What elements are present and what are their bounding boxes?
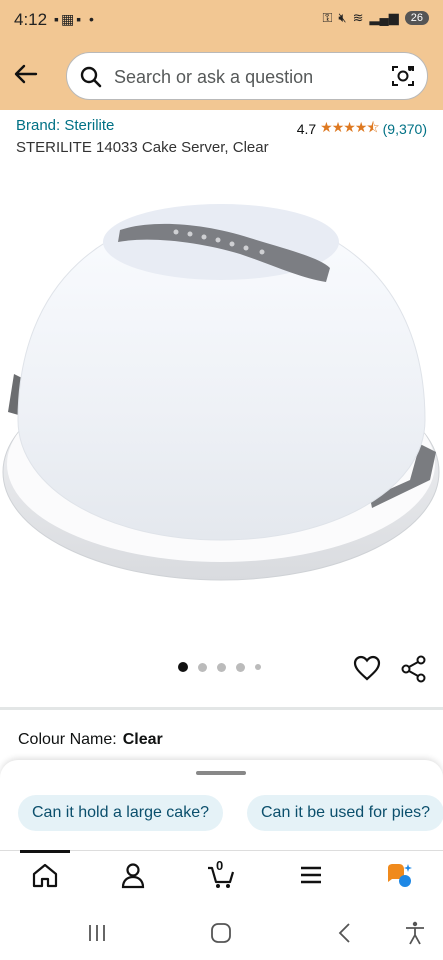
- status-right-icons: ⚿ 🔇︎ ≋ ▂▄▆ 26: [323, 10, 429, 26]
- suggestion-chip[interactable]: Can it be used for pies?: [247, 795, 443, 831]
- search-placeholder: Search or ask a question: [114, 67, 314, 87]
- brand-link[interactable]: Brand: Sterilite: [16, 117, 114, 134]
- search-icon: [80, 66, 102, 88]
- key-icon: ⚿: [322, 10, 333, 25]
- review-count[interactable]: (9,370): [383, 121, 427, 137]
- product-title: STERILITE 14033 Cake Server, Clear: [16, 139, 269, 156]
- back-button-icon[interactable]: [332, 920, 358, 946]
- carousel-dot[interactable]: [217, 662, 226, 672]
- status-time: 4:12: [14, 10, 48, 29]
- rating[interactable]: 4.7 ★★★★⯪ (9,370): [297, 117, 427, 141]
- menu-icon[interactable]: [296, 860, 326, 890]
- accessibility-icon[interactable]: [402, 920, 428, 946]
- account-icon[interactable]: [118, 860, 148, 890]
- nav-active-indicator: [20, 850, 70, 853]
- home-icon[interactable]: [30, 860, 60, 890]
- wifi-icon: ≋: [352, 10, 364, 25]
- colour-label: Colour Name:: [18, 731, 117, 748]
- image-carousel-dots[interactable]: [178, 662, 261, 672]
- carousel-dot[interactable]: [236, 662, 245, 672]
- product-image[interactable]: [0, 190, 443, 600]
- share-icon[interactable]: [400, 655, 428, 683]
- recent-apps-icon[interactable]: [84, 920, 110, 946]
- colour-selection: Colour Name: Clear: [18, 731, 163, 749]
- section-divider: [0, 707, 443, 710]
- carousel-dot[interactable]: [198, 662, 207, 672]
- suggestion-chip[interactable]: Can it hold a large cake?: [18, 795, 223, 831]
- notification-icons: ▪▦▪ •: [54, 11, 96, 27]
- back-arrow-icon[interactable]: [12, 60, 40, 88]
- camera-search-icon[interactable]: [390, 63, 416, 89]
- carousel-dot[interactable]: [255, 664, 261, 670]
- colour-value: Clear: [122, 731, 163, 748]
- signal-icon: ▂▄▆: [369, 10, 399, 25]
- home-button-icon[interactable]: [208, 920, 234, 946]
- mute-icon: 🔇︎: [338, 10, 347, 25]
- star-rating-icon: ★★★★⯪: [320, 119, 379, 135]
- cart-count: 0: [216, 858, 224, 873]
- rating-value: 4.7: [296, 121, 317, 137]
- sheet-drag-handle[interactable]: [196, 771, 246, 775]
- heart-icon[interactable]: [353, 655, 381, 681]
- carousel-dot[interactable]: [178, 662, 188, 672]
- battery-indicator: 26: [404, 11, 429, 25]
- rufus-icon[interactable]: [384, 860, 414, 890]
